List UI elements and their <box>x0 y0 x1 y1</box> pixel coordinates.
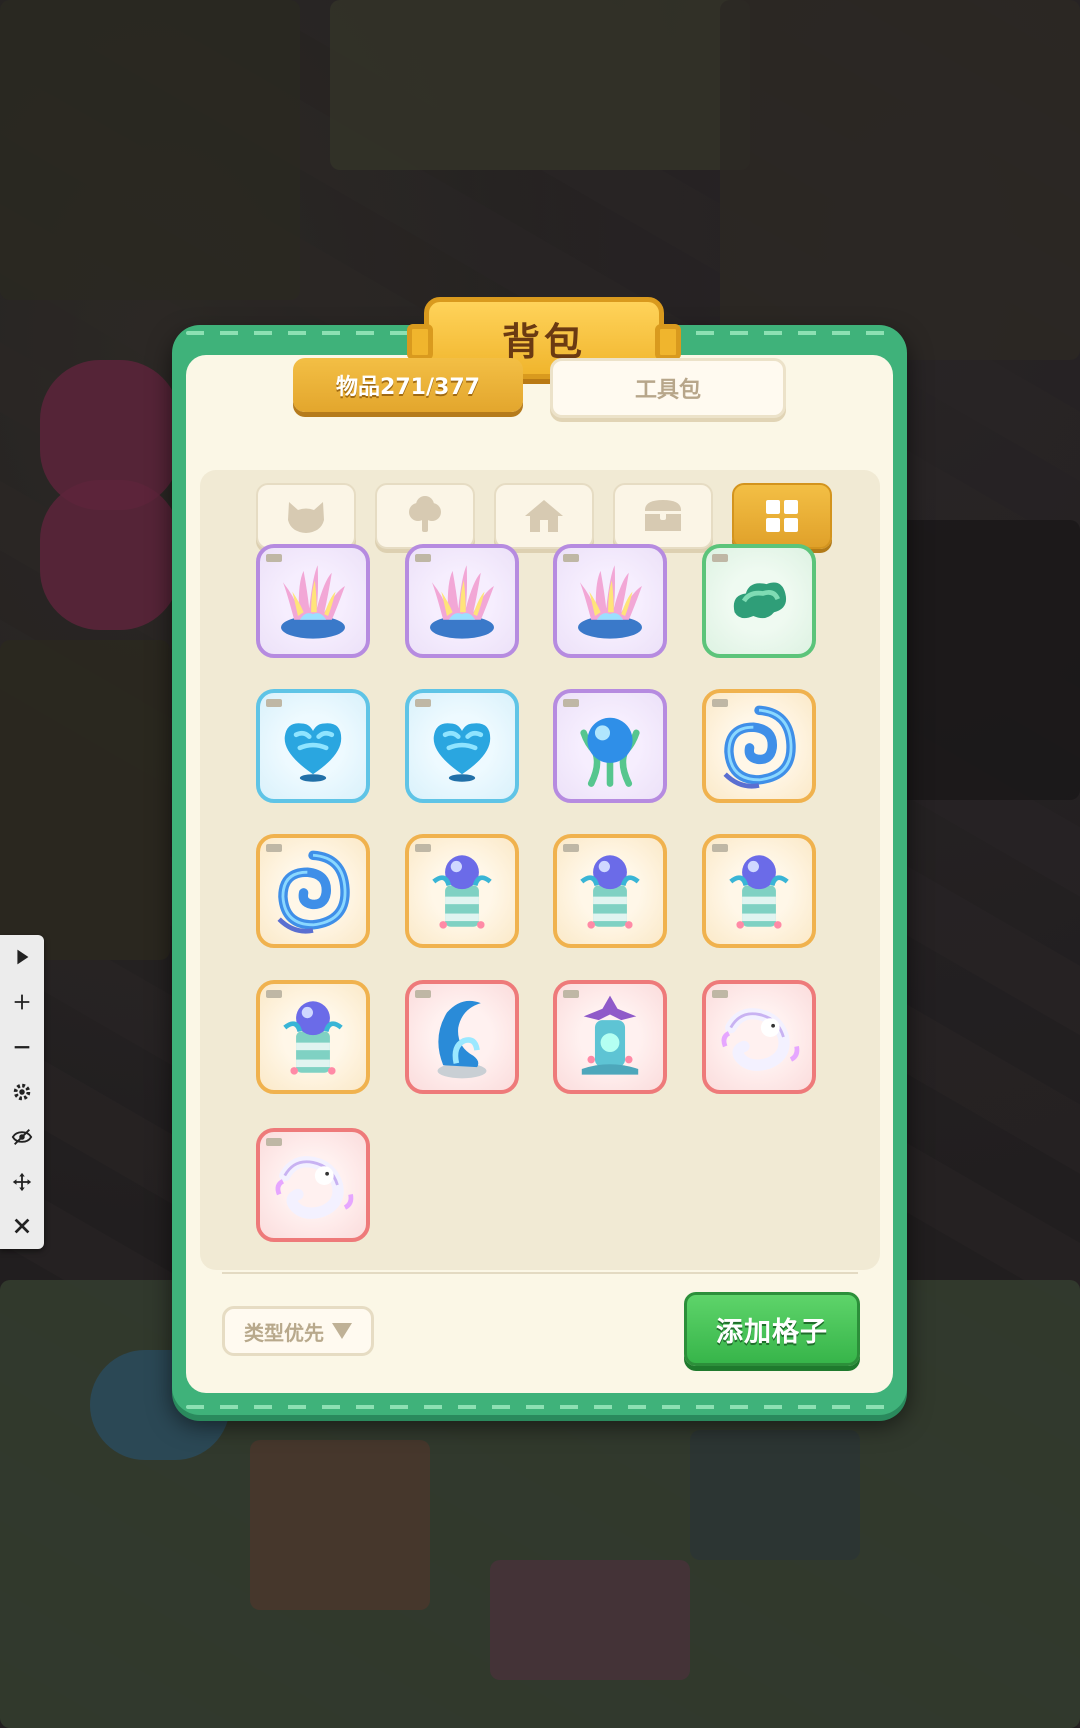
orb-pillar-icon <box>563 844 657 938</box>
zoom-out-icon[interactable] <box>6 1031 38 1063</box>
blue-heart-coral-icon <box>266 699 360 793</box>
category-all[interactable] <box>732 483 832 549</box>
tab-toolkit[interactable]: 工具包 <box>550 358 786 418</box>
inventory-slot-5[interactable] <box>256 689 370 803</box>
inventory-slot-10[interactable] <box>405 834 519 948</box>
house-icon <box>525 500 563 532</box>
wave-swirl-arch-icon <box>712 699 806 793</box>
blue-heart-coral-icon <box>415 699 509 793</box>
wave-fountain-icon <box>415 990 509 1084</box>
category-pets[interactable] <box>256 483 356 549</box>
treasure-chest-icon <box>645 500 681 531</box>
white-dragon-icon <box>266 1138 360 1232</box>
editor-toolbar <box>0 935 44 1249</box>
category-buildings[interactable] <box>494 483 594 549</box>
hide-eye-icon[interactable] <box>6 1121 38 1153</box>
inventory-slot-4[interactable] <box>702 544 816 658</box>
grid-icon <box>766 500 798 532</box>
inventory-slot-14[interactable] <box>405 980 519 1094</box>
sort-dropdown[interactable]: 类型优先 <box>222 1306 374 1356</box>
inventory-slot-2[interactable] <box>405 544 519 658</box>
green-coral-stone-icon <box>712 554 806 648</box>
anemone-coral-icon <box>266 554 360 648</box>
inventory-slot-8[interactable] <box>702 689 816 803</box>
tree-icon <box>409 496 441 532</box>
inventory-slot-13[interactable] <box>256 980 370 1094</box>
orb-pillar-icon <box>415 844 509 938</box>
anemone-coral-icon <box>415 554 509 648</box>
white-dragon-icon <box>712 990 806 1084</box>
gear-icon[interactable] <box>6 1076 38 1108</box>
move-icon[interactable] <box>6 1166 38 1198</box>
coral-shrine-icon <box>563 990 657 1084</box>
footer-divider <box>222 1272 858 1274</box>
zoom-in-icon[interactable] <box>6 986 38 1018</box>
inventory-slot-11[interactable] <box>553 834 667 948</box>
add-slots-button[interactable]: 添加格子 <box>684 1292 860 1366</box>
chevron-down-icon <box>332 1323 352 1339</box>
anemone-coral-starfish-icon <box>563 554 657 648</box>
cat-head-icon <box>288 502 324 533</box>
sort-label: 类型优先 <box>244 1320 324 1345</box>
category-chests[interactable] <box>613 483 713 549</box>
wave-swirl-arch-icon <box>266 844 360 938</box>
inventory-slot-6[interactable] <box>405 689 519 803</box>
category-plants[interactable] <box>375 483 475 549</box>
inventory-slot-9[interactable] <box>256 834 370 948</box>
coral-orb-lamp-icon <box>563 699 657 793</box>
inventory-slot-17[interactable] <box>256 1128 370 1242</box>
inventory-slot-7[interactable] <box>553 689 667 803</box>
close-icon[interactable] <box>6 1210 38 1242</box>
inventory-slot-16[interactable] <box>702 980 816 1094</box>
orb-pillar-icon <box>712 844 806 938</box>
orb-pillar-icon <box>266 990 360 1084</box>
inventory-slot-3[interactable] <box>553 544 667 658</box>
inventory-slot-1[interactable] <box>256 544 370 658</box>
tab-items[interactable]: 物品271/377 <box>293 358 523 412</box>
play-icon[interactable] <box>6 941 38 973</box>
inventory-slot-15[interactable] <box>553 980 667 1094</box>
inventory-slot-12[interactable] <box>702 834 816 948</box>
